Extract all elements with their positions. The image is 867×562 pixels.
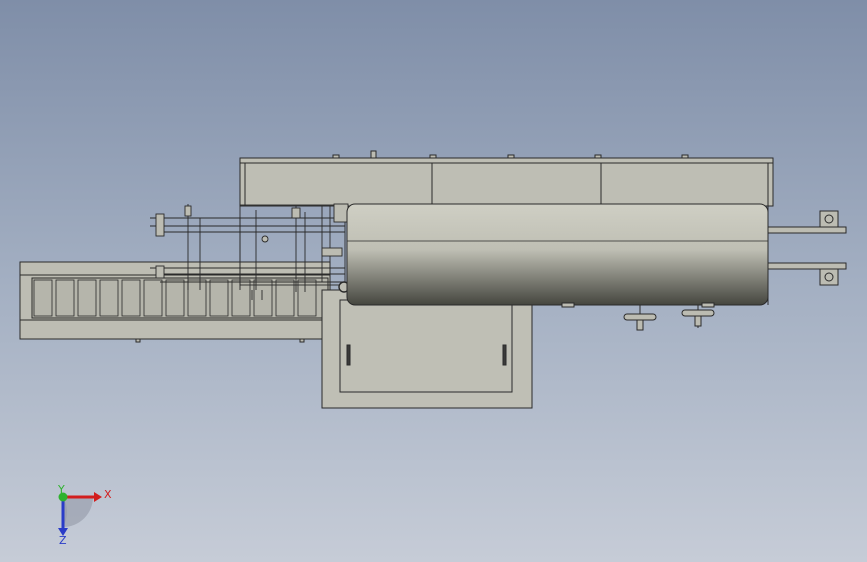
lower-cabinet: [321, 289, 533, 409]
main-drum: [346, 203, 769, 308]
triad-quadrant: [63, 497, 93, 527]
drive-shafts: [767, 210, 847, 286]
x-arrowhead: [94, 492, 102, 502]
leveling-feet: [623, 305, 715, 331]
coordinate-triad: X Y Z: [57, 483, 112, 547]
top-housing: [239, 150, 774, 207]
x-axis-label: X: [104, 488, 112, 501]
cad-viewport[interactable]: X Y Z: [0, 0, 867, 562]
machine-assembly: [19, 150, 847, 409]
y-axis-label: Y: [57, 483, 65, 496]
z-axis-label: Z: [59, 534, 67, 547]
